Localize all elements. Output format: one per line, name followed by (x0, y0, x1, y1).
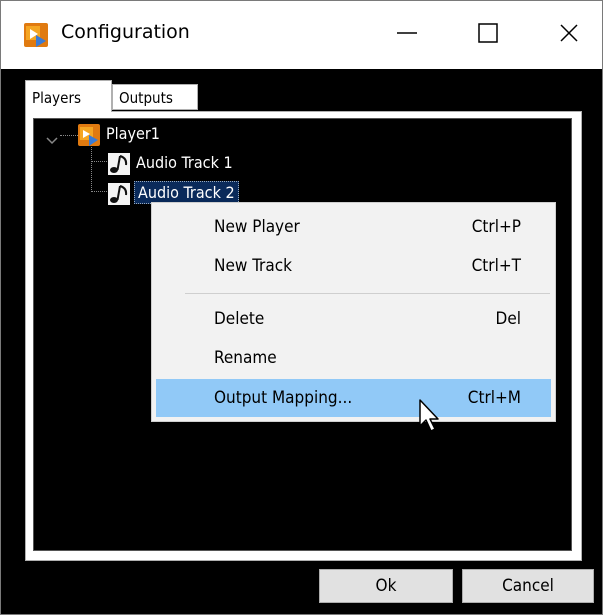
menu-item-shortcut: Ctrl+T (471, 256, 521, 276)
tab-outputs[interactable]: Outputs (112, 84, 198, 110)
menu-item-label: Output Mapping... (214, 388, 353, 408)
menu-item-new-player[interactable]: New Player Ctrl+P (156, 208, 551, 246)
menu-item-shortcut: Del (495, 309, 521, 329)
menu-item-output-mapping[interactable]: Output Mapping... Ctrl+M (156, 379, 551, 417)
menu-item-label: New Track (214, 256, 292, 276)
maximize-icon (478, 23, 498, 47)
close-button[interactable] (534, 1, 603, 69)
tree-node-label: Player1 (106, 124, 160, 143)
menu-item-shortcut: Ctrl+P (471, 217, 521, 237)
tree-node-label: Audio Track 2 (134, 181, 239, 204)
minimize-icon (397, 23, 417, 47)
menu-item-label: Delete (214, 309, 265, 329)
tree-connector (91, 144, 92, 192)
ok-button[interactable]: Ok (319, 569, 453, 603)
context-menu: New Player Ctrl+P New Track Ctrl+T Delet… (151, 202, 556, 422)
menu-item-delete[interactable]: Delete Del (156, 300, 551, 338)
music-note-icon (108, 153, 130, 179)
menu-item-rename[interactable]: Rename (156, 339, 551, 377)
menu-item-label: New Player (214, 217, 300, 237)
close-icon (559, 23, 579, 47)
tree-connector (91, 161, 107, 162)
maximize-button[interactable] (453, 1, 523, 69)
tree-node-audio-track-1[interactable]: Audio Track 1 (108, 151, 308, 175)
mouse-cursor-icon (419, 399, 441, 437)
tree-connector (60, 135, 80, 136)
configuration-window: Configuration Players Outputs Player1 Au… (0, 0, 603, 615)
expand-chevron-icon[interactable] (46, 131, 58, 150)
menu-item-label: Rename (214, 348, 277, 368)
title-bar[interactable]: Configuration (1, 1, 602, 69)
player-icon (78, 124, 100, 150)
cancel-button[interactable]: Cancel (462, 569, 594, 603)
music-note-icon (108, 183, 130, 209)
minimize-button[interactable] (372, 1, 442, 69)
tree-connector (91, 191, 107, 192)
tree-node-label: Audio Track 1 (136, 153, 233, 172)
menu-item-new-track[interactable]: New Track Ctrl+T (156, 247, 551, 285)
menu-separator (185, 293, 550, 294)
app-player-icon (24, 23, 48, 47)
tab-players[interactable]: Players (25, 80, 112, 112)
window-title: Configuration (61, 21, 190, 43)
tree-node-player1[interactable]: Player1 (78, 122, 218, 146)
menu-item-shortcut: Ctrl+M (467, 388, 521, 408)
